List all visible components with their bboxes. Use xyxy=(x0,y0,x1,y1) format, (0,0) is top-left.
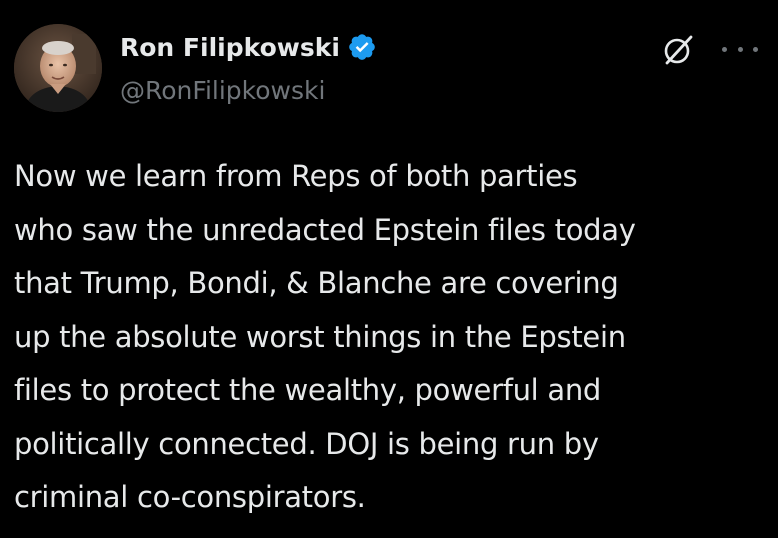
more-options-icon[interactable] xyxy=(722,34,758,64)
display-name[interactable]: Ron Filipkowski xyxy=(120,33,340,62)
dot-icon xyxy=(753,46,758,52)
tweet-text: Now we learn from Reps of both parties w… xyxy=(14,159,636,514)
dot-icon xyxy=(722,46,727,52)
profile-photo-icon xyxy=(14,24,102,112)
author-name-row: Ron Filipkowski xyxy=(120,30,377,64)
dot-icon xyxy=(737,46,743,52)
tweet-card: Ron Filipkowski @RonFilipkowski Now we l… xyxy=(0,0,778,538)
grok-icon[interactable] xyxy=(660,32,696,68)
author-handle[interactable]: @RonFilipkowski xyxy=(120,76,325,105)
verified-badge-icon[interactable] xyxy=(347,32,377,62)
avatar[interactable] xyxy=(14,24,102,112)
